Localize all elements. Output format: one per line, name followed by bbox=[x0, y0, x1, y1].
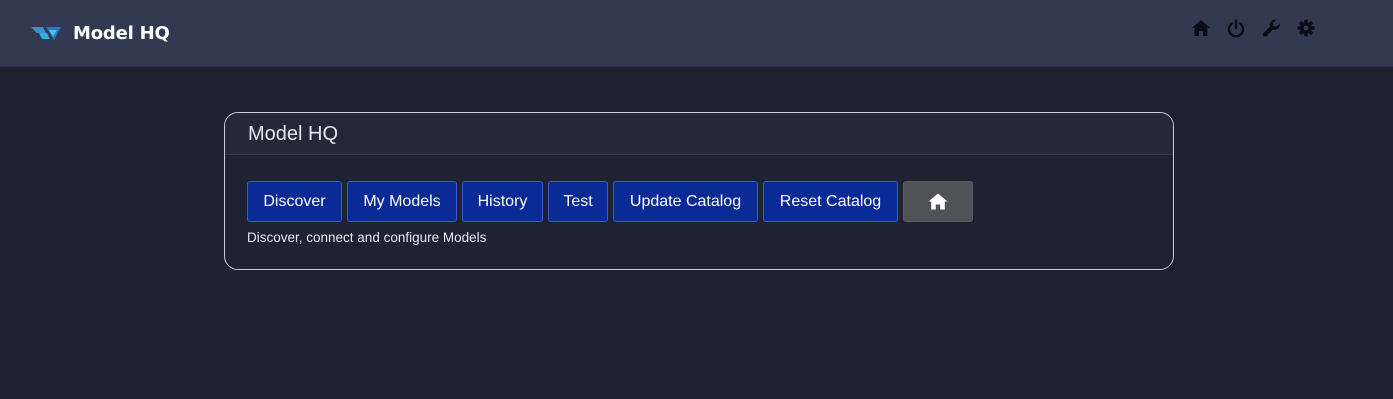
home-button[interactable] bbox=[903, 181, 973, 222]
header-icon-bar bbox=[1190, 17, 1330, 39]
update-catalog-button[interactable]: Update Catalog bbox=[613, 181, 758, 222]
home-icon bbox=[928, 193, 948, 210]
card-title: Model HQ bbox=[248, 122, 339, 145]
card-header: Model HQ bbox=[225, 113, 1173, 155]
history-button[interactable]: History bbox=[462, 181, 543, 222]
power-icon[interactable] bbox=[1225, 17, 1247, 39]
test-button[interactable]: Test bbox=[548, 181, 608, 222]
action-button-row: Discover My Models History Test Update C… bbox=[247, 181, 978, 222]
model-hq-logo-icon bbox=[31, 27, 61, 40]
app-title: Model HQ bbox=[73, 22, 170, 44]
wrench-icon[interactable] bbox=[1260, 17, 1282, 39]
card-caption: Discover, connect and configure Models bbox=[247, 230, 487, 245]
brand[interactable]: Model HQ bbox=[30, 20, 170, 46]
reset-catalog-button[interactable]: Reset Catalog bbox=[763, 181, 898, 222]
discover-button[interactable]: Discover bbox=[247, 181, 342, 222]
home-icon[interactable] bbox=[1190, 17, 1212, 39]
gear-icon[interactable] bbox=[1295, 17, 1317, 39]
top-navbar: Model HQ bbox=[0, 0, 1393, 67]
my-models-button[interactable]: My Models bbox=[347, 181, 457, 222]
model-hq-card: Model HQ Discover My Models History Test… bbox=[224, 112, 1174, 270]
